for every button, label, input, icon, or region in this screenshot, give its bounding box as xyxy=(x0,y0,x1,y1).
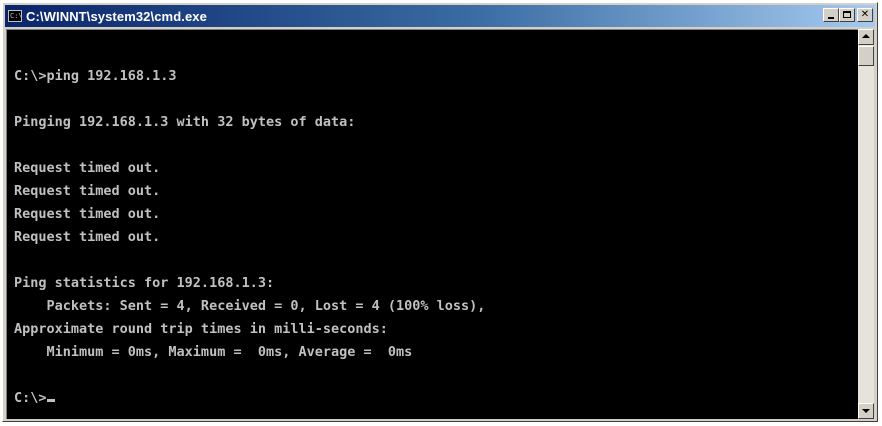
console-line: Request timed out. xyxy=(14,160,161,176)
console-line: Ping statistics for 192.168.1.3: xyxy=(14,275,275,291)
close-button[interactable]: ✕ xyxy=(857,8,873,22)
console-prompt: C:\> xyxy=(14,390,47,406)
console-output-area[interactable]: C:\>ping 192.168.1.3 Pinging 192.168.1.3… xyxy=(6,29,859,419)
window-title: C:\WINNT\system32\cmd.exe xyxy=(26,8,207,24)
console-text: C:\>ping 192.168.1.3 Pinging 192.168.1.3… xyxy=(7,30,859,410)
console-line: Minimum = 0ms, Maximum = 0ms, Average = … xyxy=(14,344,413,360)
title-buttons: ✕ xyxy=(823,8,873,22)
arrow-down-icon xyxy=(862,409,870,413)
maximize-button[interactable] xyxy=(839,8,855,22)
arrow-up-icon xyxy=(862,34,870,38)
console-line: Packets: Sent = 4, Received = 0, Lost = … xyxy=(14,298,486,314)
console-line: C:\>ping 192.168.1.3 xyxy=(14,68,177,84)
console-line: Pinging 192.168.1.3 with 32 bytes of dat… xyxy=(14,114,356,130)
text-cursor xyxy=(46,399,55,402)
console-line: Request timed out. xyxy=(14,229,161,245)
console-line: Approximate round trip times in milli-se… xyxy=(14,321,388,337)
console-line: Request timed out. xyxy=(14,183,161,199)
maximize-icon xyxy=(843,11,851,18)
cmd-app-icon[interactable]: C:\ xyxy=(8,10,22,22)
scroll-thumb[interactable] xyxy=(858,46,874,66)
minimize-button[interactable] xyxy=(823,8,839,22)
title-bar[interactable]: C:\ C:\WINNT\system32\cmd.exe ✕ xyxy=(5,5,875,27)
console-prompt-line[interactable]: C:\> xyxy=(14,387,859,410)
console-line: Request timed out. xyxy=(14,206,161,222)
close-icon: ✕ xyxy=(860,9,870,20)
scroll-up-button[interactable] xyxy=(858,29,874,45)
vertical-scrollbar[interactable] xyxy=(858,29,874,419)
scroll-down-button[interactable] xyxy=(858,403,874,419)
cmd-window: C:\ C:\WINNT\system32\cmd.exe ✕ C:\>ping… xyxy=(2,2,878,422)
minimize-icon xyxy=(828,17,834,19)
